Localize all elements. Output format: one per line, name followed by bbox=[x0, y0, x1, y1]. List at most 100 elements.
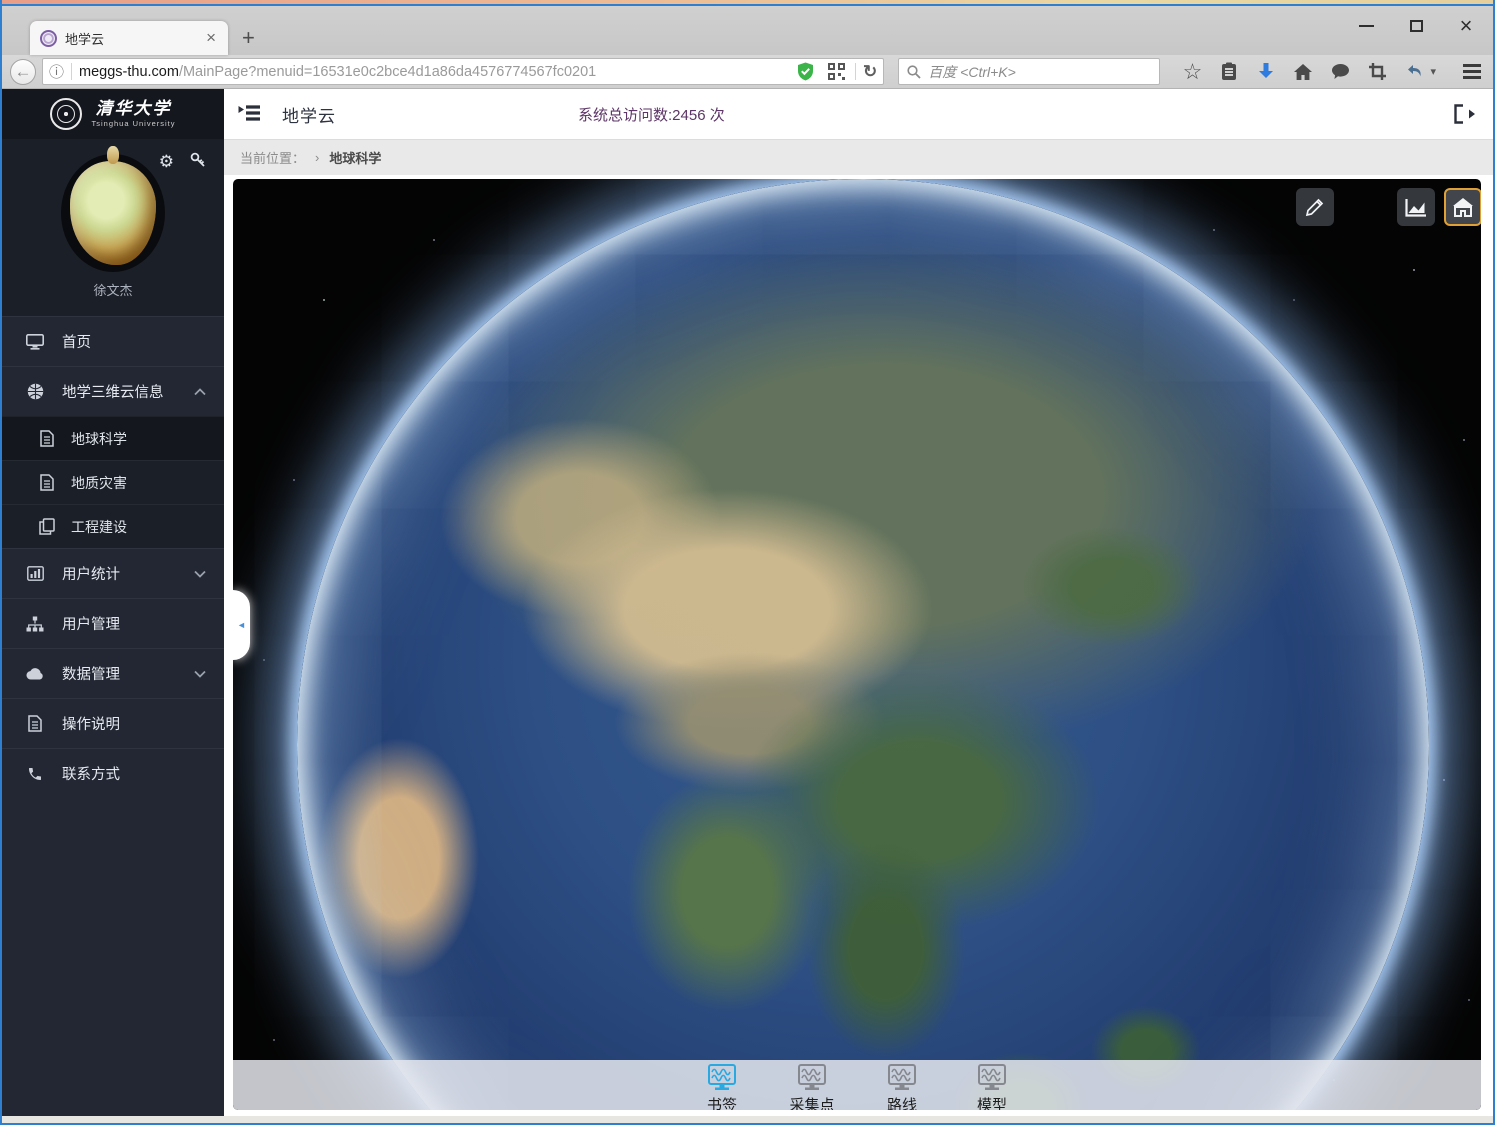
avatar[interactable] bbox=[61, 154, 165, 272]
sidebar-item-contact[interactable]: 联系方式 bbox=[2, 748, 224, 798]
visit-counter: 系统总访问数:2456 次 bbox=[578, 104, 725, 125]
chevron-up-icon bbox=[194, 388, 206, 396]
window-controls: × bbox=[1353, 12, 1485, 40]
toolbar-icons: ☆ ▾ bbox=[1180, 60, 1485, 84]
map-canvas[interactable]: ◄ 书签 采集点 路线 模 bbox=[233, 179, 1481, 1110]
shield-icon[interactable] bbox=[793, 60, 817, 84]
home-icon[interactable] bbox=[1291, 60, 1315, 84]
password-key-icon[interactable] bbox=[190, 152, 206, 172]
map-toolbar-top bbox=[233, 188, 1481, 228]
map-toolbar-bottom: 书签 采集点 路线 模型 bbox=[233, 1060, 1481, 1110]
sitemap-icon bbox=[26, 616, 44, 632]
sidebar-item-label: 首页 bbox=[62, 331, 206, 352]
sidebar-item-earth-science[interactable]: 地球科学 bbox=[2, 416, 224, 460]
logout-icon[interactable] bbox=[1453, 104, 1475, 124]
chat-icon[interactable] bbox=[1328, 60, 1352, 84]
minimize-button[interactable] bbox=[1353, 14, 1379, 38]
library-icon[interactable] bbox=[1217, 60, 1241, 84]
draw-pencil-button[interactable] bbox=[1296, 188, 1334, 226]
app-root: 清华大学 Tsinghua University ⚙ 徐文杰 bbox=[2, 89, 1493, 1116]
university-logo: 清华大学 Tsinghua University bbox=[2, 89, 224, 139]
url-path: /MainPage?menuid=16531e0c2bce4d1a86da457… bbox=[179, 64, 596, 80]
dock-item-bookmarks[interactable]: 书签 bbox=[692, 1063, 752, 1110]
search-field[interactable]: 百度 <Ctrl+K> bbox=[898, 58, 1160, 85]
sidebar-item-user-management[interactable]: 用户管理 bbox=[2, 598, 224, 648]
site-info-icon[interactable]: ⓘ bbox=[49, 61, 64, 82]
sidebar: 清华大学 Tsinghua University ⚙ 徐文杰 bbox=[2, 89, 224, 1116]
new-tab-button[interactable]: + bbox=[242, 25, 255, 51]
sidebar-item-label: 地质灾害 bbox=[71, 473, 127, 493]
browser-window: 地学云 × + × ← ⓘ meggs-thu.com/MainPage?men… bbox=[0, 0, 1495, 1125]
user-profile-panel: ⚙ 徐文杰 bbox=[2, 139, 224, 316]
divider bbox=[71, 63, 72, 80]
sidebar-toggle-icon[interactable] bbox=[238, 105, 262, 123]
tab-close-icon[interactable]: × bbox=[204, 28, 218, 48]
user-name: 徐文杰 bbox=[93, 280, 132, 299]
address-bar[interactable]: ⓘ meggs-thu.com/MainPage?menuid=16531e0c… bbox=[42, 58, 884, 85]
document-icon bbox=[26, 715, 44, 732]
bar-chart-icon bbox=[26, 566, 44, 581]
chevron-down-icon bbox=[194, 570, 206, 578]
document-icon bbox=[39, 430, 55, 447]
dock-item-models[interactable]: 模型 bbox=[962, 1063, 1022, 1110]
search-icon bbox=[907, 65, 921, 79]
copy-pages-icon bbox=[39, 518, 55, 535]
university-name-zh: 清华大学 bbox=[96, 100, 172, 119]
download-icon[interactable] bbox=[1254, 60, 1278, 84]
tsinghua-emblem-icon bbox=[50, 98, 82, 130]
breadcrumb-current[interactable]: 地球科学 bbox=[329, 148, 381, 167]
back-button[interactable]: ← bbox=[10, 59, 36, 85]
menu-icon[interactable] bbox=[1459, 60, 1485, 83]
close-button[interactable]: × bbox=[1453, 14, 1479, 38]
terrain-chart-button[interactable] bbox=[1397, 188, 1435, 226]
dock-item-label: 模型 bbox=[977, 1094, 1007, 1110]
dock-item-label: 采集点 bbox=[789, 1094, 834, 1110]
dock-item-label: 书签 bbox=[707, 1094, 737, 1110]
breadcrumb-separator: › bbox=[315, 150, 319, 165]
cloud-icon bbox=[26, 667, 44, 680]
collapse-arrow-icon: ◄ bbox=[237, 620, 246, 630]
sidebar-item-label: 工程建设 bbox=[71, 517, 127, 537]
submenu-geo3d: 地球科学 地质灾害 工程建设 bbox=[2, 416, 224, 548]
undo-dropdown-caret[interactable]: ▾ bbox=[1430, 65, 1436, 78]
bookmark-star-icon[interactable]: ☆ bbox=[1180, 60, 1204, 84]
content-area: 地学云 系统总访问数:2456 次 当前位置： › 地球科学 bbox=[224, 89, 1493, 1116]
qr-code-icon[interactable] bbox=[824, 60, 848, 84]
models-monitor-icon bbox=[976, 1063, 1008, 1093]
app-header: 地学云 系统总访问数:2456 次 bbox=[224, 89, 1493, 139]
breadcrumb-prefix: 当前位置： bbox=[240, 148, 305, 167]
sidebar-item-label: 地学三维云信息 bbox=[62, 381, 176, 402]
dock-item-routes[interactable]: 路线 bbox=[872, 1063, 932, 1110]
tab-favicon bbox=[40, 30, 57, 47]
sidebar-item-instructions[interactable]: 操作说明 bbox=[2, 698, 224, 748]
sidebar-item-label: 用户统计 bbox=[62, 563, 176, 584]
sidebar-item-user-stats[interactable]: 用户统计 bbox=[2, 548, 224, 598]
chevron-down-icon bbox=[194, 670, 206, 678]
sidebar-item-geo3d-cloud[interactable]: 地学三维云信息 bbox=[2, 366, 224, 416]
sidebar-collapse-handle[interactable]: ◄ bbox=[233, 590, 250, 660]
dock-item-collection-points[interactable]: 采集点 bbox=[782, 1063, 842, 1110]
browser-tab[interactable]: 地学云 × bbox=[30, 21, 228, 55]
sidebar-item-label: 地球科学 bbox=[71, 429, 127, 449]
page-title: 地学云 bbox=[282, 102, 336, 127]
sidebar-item-home[interactable]: 首页 bbox=[2, 316, 224, 366]
search-placeholder: 百度 <Ctrl+K> bbox=[928, 62, 1016, 82]
divider bbox=[855, 63, 856, 80]
undo-icon[interactable] bbox=[1402, 60, 1426, 84]
sidebar-menu: 首页 地学三维云信息 地球科学 bbox=[2, 316, 224, 1116]
sidebar-item-data-management[interactable]: 数据管理 bbox=[2, 648, 224, 698]
browser-titlebar: 地学云 × + × bbox=[2, 6, 1493, 55]
reload-icon[interactable]: ↻ bbox=[863, 62, 877, 82]
sidebar-item-engineering[interactable]: 工程建设 bbox=[2, 504, 224, 548]
screenshot-crop-icon[interactable] bbox=[1365, 60, 1389, 84]
browser-navbar: ← ⓘ meggs-thu.com/MainPage?menuid=16531e… bbox=[2, 55, 1493, 89]
document-icon bbox=[39, 474, 55, 491]
sidebar-item-geo-hazard[interactable]: 地质灾害 bbox=[2, 460, 224, 504]
sidebar-item-label: 数据管理 bbox=[62, 663, 176, 684]
home-view-button[interactable] bbox=[1444, 188, 1481, 226]
maximize-button[interactable] bbox=[1403, 14, 1429, 38]
collection-points-monitor-icon bbox=[796, 1063, 828, 1093]
settings-gear-icon[interactable]: ⚙ bbox=[159, 152, 174, 172]
phone-icon bbox=[26, 766, 44, 782]
url-text[interactable]: meggs-thu.com/MainPage?menuid=16531e0c2b… bbox=[79, 64, 786, 80]
